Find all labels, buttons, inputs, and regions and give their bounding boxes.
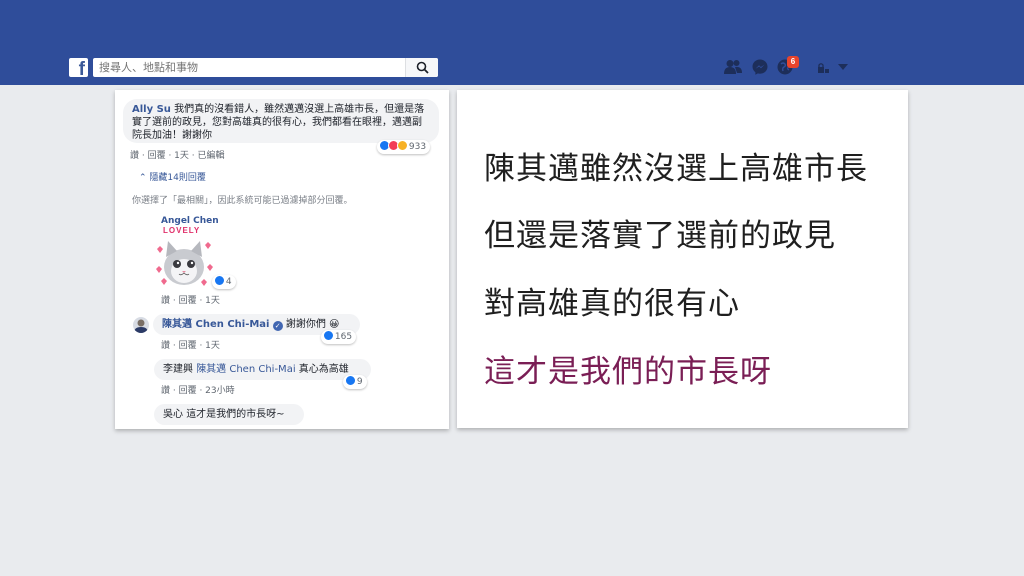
reply-text: 這才是我們的市長呀~	[186, 409, 285, 420]
reply-text: 真心為高雄	[298, 364, 349, 375]
reaction-count: 933	[408, 142, 427, 152]
account-menu-chevron-down-icon[interactable]	[838, 64, 848, 71]
hidden-replies-toggle[interactable]: ⌃ 隱藏14則回覆	[139, 170, 206, 183]
reply-author[interactable]: 吳心	[163, 409, 183, 420]
reaction-summary[interactable]: 4	[212, 275, 236, 289]
search-icon	[416, 61, 429, 74]
reply-bubble: 吳心 這才是我們的市長呀~	[154, 404, 304, 425]
notification-badge: 6	[787, 56, 799, 68]
reaction-summary[interactable]: 9	[343, 375, 367, 389]
caption-line-1: 陳其邁雖然沒選上高雄市長	[484, 151, 868, 187]
sticker-caption: LOVELY	[163, 226, 201, 235]
reply-author[interactable]: 陳其邁 Chen Chi-Mai	[162, 319, 270, 330]
filter-notice: 你選擇了「最相關」，因此系統可能已過濾掉部分回覆。	[132, 196, 353, 206]
search-input[interactable]	[99, 59, 399, 76]
friend-requests-icon[interactable]	[724, 59, 742, 75]
caption-line-4-highlight: 這才是我們的市長呀	[484, 354, 772, 390]
chevron-up-icon: ⌃	[139, 173, 147, 183]
reply-actions[interactable]: 讚 · 回覆 · 23小時	[161, 383, 235, 396]
comment-bubble-main: Ally Su 我們真的沒看錯人，雖然邁邁沒選上高雄市長，但還是落實了選前的政見…	[123, 99, 439, 143]
reply-mention[interactable]: 陳其邁 Chen Chi-Mai	[196, 364, 295, 375]
facebook-logo-icon[interactable]: f	[69, 58, 88, 79]
messenger-icon[interactable]	[752, 59, 768, 75]
haha-reaction-icon	[397, 140, 408, 151]
reaction-count: 165	[334, 332, 353, 342]
reaction-count: 9	[356, 377, 363, 387]
search-button[interactable]	[405, 58, 438, 77]
reply-bubble: 李建興 陳其邁 Chen Chi-Mai 真心為高雄	[154, 359, 371, 380]
caption-line-3: 對高雄真的很有心	[484, 286, 740, 322]
avatar[interactable]	[133, 317, 149, 333]
reaction-summary[interactable]: 165	[321, 330, 357, 344]
like-reaction-icon	[214, 275, 225, 286]
cat-sticker-image: LOVELY	[153, 226, 215, 289]
reply-author[interactable]: 李建興	[163, 364, 193, 375]
caption-line-2: 但還是落實了選前的政見	[484, 218, 836, 254]
comments-screenshot-card: Ally Su 我們真的沒看錯人，雖然邁邁沒選上高雄市長，但還是落實了選前的政見…	[115, 90, 449, 429]
caption-card: 陳其邁雖然沒選上高雄市長 但還是落實了選前的政見 對高雄真的很有心 這才是我們的…	[457, 90, 908, 428]
top-navigation-bar: f 6	[0, 0, 1024, 85]
reply-actions[interactable]: 讚 · 回覆 · 1天	[161, 293, 220, 306]
verified-badge-icon: ✓	[272, 321, 283, 331]
comment-actions[interactable]: 讚 · 回覆 · 1天 · 已編輯	[130, 148, 224, 161]
reaction-summary[interactable]: 933	[377, 140, 431, 154]
like-reaction-icon	[323, 330, 334, 341]
reaction-count: 4	[225, 277, 232, 287]
comment-author[interactable]: Ally Su	[132, 104, 171, 115]
comment-text: 我們真的沒看錯人，雖然邁邁沒選上高雄市長，但還是落實了選前的政見，您對高雄真的很…	[132, 104, 425, 141]
search-box	[93, 58, 438, 77]
privacy-shortcuts-icon[interactable]	[818, 63, 829, 73]
like-reaction-icon	[345, 375, 356, 386]
reply-text: 謝謝你們 😀	[285, 319, 340, 330]
reply-actions[interactable]: 讚 · 回覆 · 1天	[161, 338, 220, 351]
reply-author[interactable]: Angel Chen	[161, 216, 219, 226]
